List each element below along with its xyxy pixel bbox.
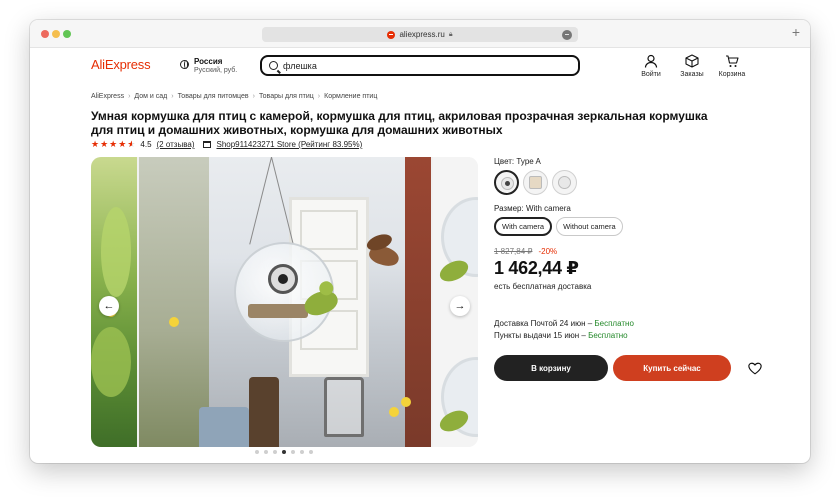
search-icon[interactable] xyxy=(269,61,278,70)
login-label: Войти xyxy=(641,71,661,78)
breadcrumb-item[interactable]: Дом и сад xyxy=(134,93,167,100)
breadcrumb-separator: › xyxy=(128,93,131,100)
heart-icon xyxy=(748,362,762,374)
size-label: Размер: With camera xyxy=(494,204,571,213)
star-icon: ★ xyxy=(100,139,109,149)
star-icon: ★ xyxy=(118,139,127,149)
address-bar-url: aliexpress.ru xyxy=(399,30,445,39)
gallery-pagination xyxy=(255,450,313,454)
store-link[interactable]: Shop911423271 Store (Рейтинг 83.95%) xyxy=(216,140,362,149)
minimize-window-button[interactable] xyxy=(52,30,60,38)
purchase-actions: В корзину Купить сейчас xyxy=(494,355,784,381)
size-without-camera-button[interactable]: Without camera xyxy=(556,217,623,236)
close-window-button[interactable] xyxy=(41,30,49,38)
box-icon xyxy=(685,54,699,68)
reviews-link[interactable]: (2 отзыва) xyxy=(157,140,195,149)
delivery-pickup: Пункты выдачи 15 июн – Бесплатно xyxy=(494,331,628,340)
wishlist-button[interactable] xyxy=(744,357,766,379)
gallery-dot[interactable] xyxy=(291,450,295,454)
rating-row: ★ ★ ★ ★ ★ 4.5 (2 отзыва) Shop911423271 S… xyxy=(91,139,362,150)
buy-now-button[interactable]: Купить сейчас xyxy=(613,355,731,381)
aliexpress-logo[interactable]: AliExpress xyxy=(91,57,151,72)
color-swatches xyxy=(494,170,784,195)
cart-header-button[interactable]: Корзина xyxy=(712,54,752,78)
breadcrumb-separator: › xyxy=(317,93,321,100)
gallery-next-button[interactable]: → xyxy=(450,296,470,316)
globe-icon xyxy=(180,60,189,69)
breadcrumb-item[interactable]: Товары для птиц xyxy=(259,93,314,100)
search-box[interactable] xyxy=(260,55,580,76)
orders-label: Заказы xyxy=(680,71,704,78)
browser-window: aliexpress.ru 🔒︎ + AliExpress Россия Рус… xyxy=(30,20,810,463)
store-icon xyxy=(203,141,212,148)
gallery-main-image[interactable] xyxy=(139,157,431,447)
current-price: 1 462,44 ₽ xyxy=(494,258,579,278)
stop-loading-icon[interactable] xyxy=(562,29,572,40)
star-half-icon: ★ xyxy=(127,139,135,150)
discount-badge: -20% xyxy=(538,247,558,256)
color-label: Цвет: Type A xyxy=(494,157,541,166)
gallery-dot[interactable] xyxy=(309,450,313,454)
gallery-dot[interactable] xyxy=(255,450,259,454)
arrow-left-icon: ← xyxy=(103,300,115,312)
color-swatch-type-a[interactable] xyxy=(494,170,519,195)
delivery-post: Доставка Почтой 24 июн – Бесплатно xyxy=(494,319,634,328)
cart-label: Корзина xyxy=(718,71,746,78)
color-swatch[interactable] xyxy=(552,170,577,195)
rating-stars: ★ ★ ★ ★ ★ xyxy=(91,139,135,150)
cart-icon xyxy=(726,55,739,67)
star-icon: ★ xyxy=(109,139,118,149)
user-icon xyxy=(644,54,658,68)
breadcrumb-item[interactable]: Товары для питомцев xyxy=(178,93,249,100)
old-price-row: 1 827,84 ₽ -20% xyxy=(494,247,784,256)
gallery-dot[interactable] xyxy=(273,450,277,454)
add-to-cart-button[interactable]: В корзину xyxy=(494,355,608,381)
breadcrumb-item[interactable]: Кормление птиц xyxy=(324,93,377,100)
delivery-info: Доставка Почтой 24 июн – Бесплатно Пункт… xyxy=(494,318,784,342)
browser-titlebar: aliexpress.ru 🔒︎ + xyxy=(30,20,810,48)
region-currency: Русский, руб. xyxy=(194,67,238,74)
star-icon: ★ xyxy=(91,139,100,149)
breadcrumb: AliExpress › Дом и сад › Товары для пито… xyxy=(91,93,377,100)
color-swatch[interactable] xyxy=(523,170,548,195)
breadcrumb-separator: › xyxy=(171,93,174,100)
product-title: Умная кормушка для птиц с камерой, корму… xyxy=(91,109,708,137)
lock-icon: 🔒︎ xyxy=(448,30,453,38)
address-bar[interactable]: aliexpress.ru 🔒︎ xyxy=(262,27,578,42)
free-label: Бесплатно xyxy=(588,331,628,340)
breadcrumb-separator: › xyxy=(252,93,255,100)
product-gallery[interactable]: ← → xyxy=(91,157,478,447)
search-input[interactable] xyxy=(283,60,553,71)
arrow-right-icon: → xyxy=(454,300,466,312)
region-selector[interactable]: Россия Русский, руб. xyxy=(180,57,237,75)
old-price: 1 827,84 ₽ xyxy=(494,247,533,256)
region-country: Россия xyxy=(194,57,223,66)
free-label: Бесплатно xyxy=(594,319,634,328)
breadcrumb-item[interactable]: AliExpress xyxy=(91,93,124,100)
size-with-camera-button[interactable]: With camera xyxy=(494,217,553,236)
orders-button[interactable]: Заказы xyxy=(672,54,712,78)
size-options: With camera Without camera xyxy=(494,217,784,236)
gallery-dot[interactable] xyxy=(282,450,286,454)
login-button[interactable]: Войти xyxy=(631,54,671,78)
gallery-dot[interactable] xyxy=(264,450,268,454)
new-tab-plus-icon[interactable]: + xyxy=(792,25,800,39)
gallery-dot[interactable] xyxy=(300,450,304,454)
rating-value: 4.5 xyxy=(140,140,152,149)
site-favicon-icon xyxy=(387,30,396,39)
product-options-panel: Цвет: Type A Размер: With camera With ca… xyxy=(494,157,784,381)
free-shipping-note: есть бесплатная доставка xyxy=(494,282,592,291)
zoom-window-button[interactable] xyxy=(63,30,71,38)
gallery-prev-button[interactable]: ← xyxy=(99,296,119,316)
